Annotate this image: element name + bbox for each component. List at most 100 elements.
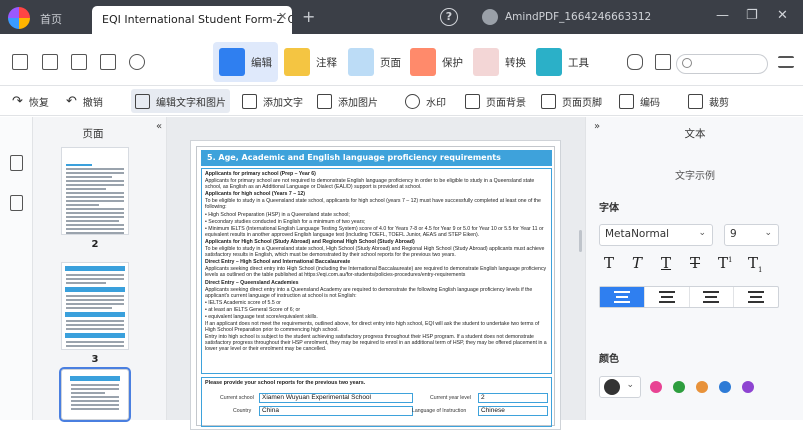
align-center-icon	[658, 291, 675, 303]
paragraph[interactable]: • at least an IELTS General Score of 6; …	[205, 307, 548, 313]
align-left-button[interactable]	[600, 287, 645, 307]
paragraph[interactable]: • IELTS Academic score of 5.5 or	[205, 300, 548, 306]
current-school-field[interactable]: Xiamen Wuyuan Experimental School	[259, 393, 413, 403]
page-background-button[interactable]: 页面背景	[461, 86, 530, 116]
chevron-down-icon: ⌄	[698, 228, 706, 238]
page-thumbnail[interactable]	[61, 262, 129, 350]
paragraph[interactable]: Applicants seeking direct entry into Hig…	[205, 266, 548, 278]
country-field[interactable]: China	[259, 406, 413, 416]
bates-button[interactable]: 编码	[615, 86, 664, 116]
header-footer-button[interactable]: 页面页脚	[537, 86, 606, 116]
tab-convert[interactable]: 转换	[467, 42, 532, 82]
section-body[interactable]: Applicants for primary school (Prep – Ye…	[201, 168, 552, 374]
paragraph[interactable]: Applicants seeking direct entry into a Q…	[205, 287, 548, 299]
tab-edit[interactable]: 编辑	[213, 42, 278, 82]
font-family-select[interactable]: MetaNormal ⌄	[599, 224, 713, 246]
search-icon	[682, 58, 692, 68]
subscript-button[interactable]: T1	[748, 254, 762, 274]
user-name[interactable]: AmindPDF_1664246663312	[505, 11, 651, 23]
undo-button[interactable]: ↶ 撤销	[62, 86, 107, 116]
paragraph-heading[interactable]: Direct Entry – High School and Internati…	[205, 259, 548, 265]
tab-page[interactable]: 页面	[342, 42, 407, 82]
current-year-field[interactable]: 2	[478, 393, 548, 403]
select-tool-icon[interactable]	[655, 54, 671, 70]
color-swatch[interactable]	[719, 381, 731, 393]
minimize-icon[interactable]: —	[716, 8, 729, 23]
chevron-down-icon: ⌄	[764, 228, 772, 238]
paragraph[interactable]: Applicants for primary school are not re…	[205, 178, 548, 190]
bold-button[interactable]: T	[604, 254, 614, 272]
edit-text-image-button[interactable]: 编辑文字和图片	[131, 89, 230, 113]
save-icon[interactable]	[42, 54, 58, 70]
add-image-button[interactable]: 添加图片	[313, 86, 382, 116]
align-center-button[interactable]	[645, 287, 690, 307]
crop-button[interactable]: 裁剪	[684, 86, 733, 116]
share-icon[interactable]	[129, 54, 145, 70]
paragraph[interactable]: To be eligible to study in a Queensland …	[205, 246, 548, 258]
bookmarks-icon[interactable]	[10, 195, 23, 211]
watermark-icon	[405, 93, 420, 109]
document-tab[interactable]: EQI International Student Form-Z QUE*	[92, 6, 292, 34]
thumbnails-icon[interactable]	[10, 155, 23, 171]
align-right-button[interactable]	[690, 287, 735, 307]
paragraph[interactable]: • High School Preparation (HSP) in a Que…	[205, 212, 548, 218]
paragraph-heading[interactable]: Applicants for High School (Study Abroad…	[205, 239, 548, 245]
color-swatch[interactable]	[673, 381, 685, 393]
close-window-icon[interactable]: ✕	[777, 8, 788, 23]
tab-protect[interactable]: 保护	[404, 42, 469, 82]
paragraph-heading[interactable]: Applicants for primary school (Prep – Ye…	[205, 171, 548, 177]
paragraph-heading[interactable]: Applicants for high school (Years 7 – 12…	[205, 191, 548, 197]
page-icon	[348, 48, 374, 76]
font-size-select[interactable]: 9 ⌄	[724, 224, 779, 246]
watermark-button[interactable]: 水印	[401, 86, 450, 116]
help-icon[interactable]: ?	[440, 8, 458, 26]
menu-icon[interactable]	[778, 56, 794, 68]
underline-button[interactable]: T	[661, 254, 671, 272]
avatar[interactable]	[482, 9, 498, 25]
color-swatch[interactable]	[696, 381, 708, 393]
restore-button[interactable]: ↷ 恢复	[8, 86, 53, 116]
paragraph-heading[interactable]: Direct Entry – Queensland Academies	[205, 280, 548, 286]
font-label: 字体	[599, 203, 619, 214]
current-color-select[interactable]: ⌄	[599, 376, 641, 398]
add-image-label: 添加图片	[338, 97, 378, 109]
superscript-button[interactable]: T1	[718, 254, 732, 272]
page-thumbnail-selected[interactable]	[59, 367, 131, 422]
paragraph[interactable]: • Secondary studies conducted in English…	[205, 219, 548, 225]
section-heading[interactable]: 5. Age, Academic and English language pr…	[201, 150, 552, 166]
tab-tools[interactable]: 工具	[530, 42, 595, 82]
maximize-icon[interactable]: ❐	[746, 8, 758, 23]
save-as-icon[interactable]	[71, 54, 87, 70]
hand-tool-icon[interactable]	[627, 54, 643, 70]
paragraph[interactable]: Entry into high school is subject to the…	[205, 334, 548, 352]
edit-icon	[219, 48, 245, 76]
pdf-page: 5. Age, Academic and English language pr…	[190, 140, 561, 430]
paragraph[interactable]: To be eligible to study in a Queensland …	[205, 198, 548, 210]
close-tab-icon[interactable]: ✕	[278, 10, 287, 23]
collapse-panel-icon[interactable]: «	[156, 121, 162, 132]
document-scrollbar[interactable]	[579, 230, 582, 252]
italic-button[interactable]: T	[632, 254, 642, 272]
page-thumbnail[interactable]	[61, 147, 129, 235]
language-field[interactable]: Chinese	[478, 406, 548, 416]
strikethrough-button[interactable]: T	[690, 254, 700, 272]
paragraph[interactable]: • Minimum IELTS (International English L…	[205, 226, 548, 238]
add-text-button[interactable]: 添加文字	[238, 86, 307, 116]
color-swatch[interactable]	[742, 381, 754, 393]
align-right-icon	[703, 291, 720, 303]
document-viewport: 5. Age, Academic and English language pr…	[167, 117, 585, 430]
color-swatch[interactable]	[650, 381, 662, 393]
title-bar: 首页 EQI International Student Form-Z QUE*…	[0, 0, 803, 34]
paragraph[interactable]: • equivalent language test score/equival…	[205, 314, 548, 320]
image-icon	[317, 93, 332, 109]
new-tab-icon[interactable]: +	[302, 7, 315, 26]
print-icon[interactable]	[100, 54, 116, 70]
tab-comment[interactable]: 注释	[278, 42, 343, 82]
paragraph[interactable]: If an applicant does not meet the requir…	[205, 321, 548, 333]
home-tab[interactable]: 首页	[40, 11, 62, 27]
tab-comment-label: 注释	[316, 56, 337, 69]
open-folder-icon[interactable]	[12, 54, 28, 70]
superscript-glyph: T	[718, 254, 729, 272]
align-justify-button[interactable]	[734, 287, 778, 307]
language-label: Language of Instruction	[412, 408, 467, 414]
